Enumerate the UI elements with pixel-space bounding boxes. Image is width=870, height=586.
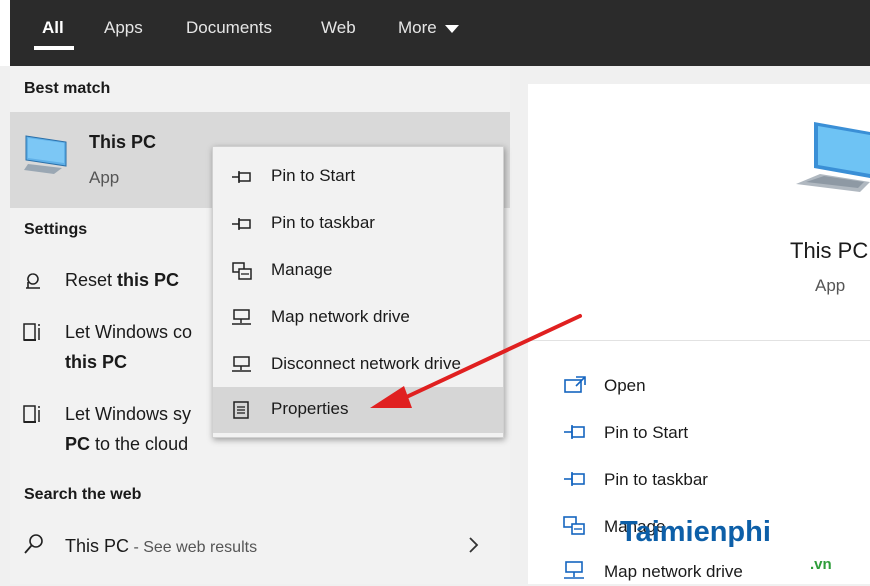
watermark-logo: Taimienphi <box>620 516 771 548</box>
watermark-domain: .vn <box>810 556 832 573</box>
annotation-arrow <box>370 314 582 408</box>
